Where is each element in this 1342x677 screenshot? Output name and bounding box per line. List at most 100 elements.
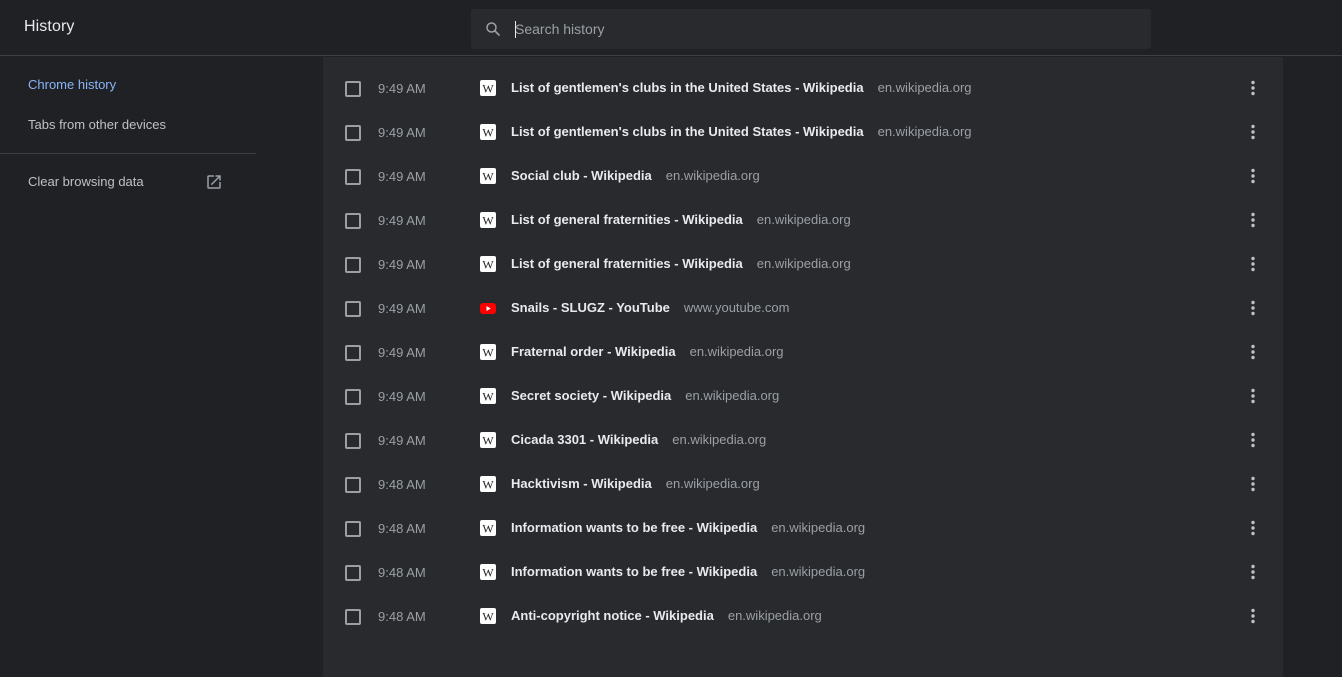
entry-title-link[interactable]: Secret society - Wikipedia	[511, 388, 671, 403]
wikipedia-icon: W	[480, 388, 496, 404]
entry-title-wrap: Information wants to be free - Wikipedia…	[511, 564, 865, 579]
entry-domain: en.wikipedia.org	[665, 476, 760, 491]
more-actions-icon[interactable]	[1243, 210, 1263, 230]
entry-checkbox[interactable]	[345, 125, 361, 141]
entry-title-wrap: Hacktivism - Wikipedia en.wikipedia.org	[511, 476, 760, 491]
entry-checkbox[interactable]	[345, 81, 361, 97]
entry-time: 9:48 AM	[378, 565, 426, 580]
entry-title-link[interactable]: Social club - Wikipedia	[511, 168, 652, 183]
entry-domain: en.wikipedia.org	[877, 80, 972, 95]
entry-domain: en.wikipedia.org	[685, 388, 780, 403]
search-icon[interactable]	[484, 20, 502, 38]
entry-checkbox[interactable]	[345, 169, 361, 185]
entry-domain: en.wikipedia.org	[756, 212, 851, 227]
youtube-icon	[480, 300, 496, 316]
wikipedia-icon: W	[480, 564, 496, 580]
wikipedia-icon: W	[480, 256, 496, 272]
history-entry[interactable]: 9:49 AM W List of general fraternities - W…	[323, 198, 1283, 242]
entry-title-link[interactable]: List of gentlemen's clubs in the United …	[511, 80, 864, 95]
sidebar-item-tabs-other-devices[interactable]: Tabs from other devices	[28, 117, 166, 132]
history-entry[interactable]: 9:49 AM W Secret society - Wikipedia en.wik…	[323, 374, 1283, 418]
more-actions-icon[interactable]	[1243, 474, 1263, 494]
search-input[interactable]	[515, 9, 1135, 49]
history-entry[interactable]: 9:49 AM W Social club - Wikipedia en.wikipe…	[323, 154, 1283, 198]
entry-time: 9:49 AM	[378, 389, 426, 404]
history-entry[interactable]: 9:49 AM W List of gentlemen's clubs in the…	[323, 110, 1283, 154]
search-box[interactable]	[471, 9, 1151, 49]
more-actions-icon[interactable]	[1243, 166, 1263, 186]
entry-title-link[interactable]: Anti-copyright notice - Wikipedia	[511, 608, 714, 623]
wikipedia-icon: W	[480, 520, 496, 536]
clear-browsing-data-link[interactable]: Clear browsing data	[28, 174, 144, 189]
entry-checkbox[interactable]	[345, 257, 361, 273]
entry-title-wrap: Fraternal order - Wikipedia en.wikipedia.…	[511, 344, 784, 359]
entry-time: 9:49 AM	[378, 301, 426, 316]
entry-title-link[interactable]: List of general fraternities - Wikipedia	[511, 256, 743, 271]
entry-title-link[interactable]: Information wants to be free - Wikipedia	[511, 520, 757, 535]
history-entry[interactable]: 9:49 AM W List of general fraternities - W…	[323, 242, 1283, 286]
svg-text:W: W	[482, 126, 494, 140]
more-actions-icon[interactable]	[1243, 122, 1263, 142]
more-actions-icon[interactable]	[1243, 254, 1263, 274]
svg-text:W: W	[482, 170, 494, 184]
history-entry[interactable]: 9:48 AM W Hacktivism - Wikipedia en.wikiped…	[323, 462, 1283, 506]
history-entry[interactable]: 9:48 AM W Information wants to be free - W…	[323, 506, 1283, 550]
history-entry[interactable]: 9:48 AM W Anti-copyright notice - Wikipedi…	[323, 594, 1283, 638]
history-entry[interactable]: 9:49 AM W Fraternal order - Wikipedia en.wi…	[323, 330, 1283, 374]
entry-checkbox[interactable]	[345, 389, 361, 405]
entry-time: 9:48 AM	[378, 477, 426, 492]
entry-title-wrap: Cicada 3301 - Wikipedia en.wikipedia.org	[511, 432, 766, 447]
entry-checkbox[interactable]	[345, 477, 361, 493]
history-entry[interactable]: 9:49 AM W List of gentlemen's clubs in the…	[323, 66, 1283, 110]
entry-title-wrap: Information wants to be free - Wikipedia…	[511, 520, 865, 535]
svg-text:W: W	[482, 390, 494, 404]
entry-checkbox[interactable]	[345, 433, 361, 449]
more-actions-icon[interactable]	[1243, 562, 1263, 582]
wikipedia-icon: W	[480, 476, 496, 492]
entry-domain: en.wikipedia.org	[665, 168, 760, 183]
more-actions-icon[interactable]	[1243, 342, 1263, 362]
history-entry[interactable]: 9:49 AM Snails - SLUGZ - YouTube www.youtu…	[323, 286, 1283, 330]
entry-checkbox[interactable]	[345, 345, 361, 361]
entry-domain: en.wikipedia.org	[771, 520, 866, 535]
entry-title-wrap: Snails - SLUGZ - YouTube www.youtube.com	[511, 300, 789, 315]
entry-checkbox[interactable]	[345, 609, 361, 625]
entry-title-link[interactable]: Cicada 3301 - Wikipedia	[511, 432, 658, 447]
more-actions-icon[interactable]	[1243, 298, 1263, 318]
svg-text:W: W	[482, 610, 494, 624]
page-title: History	[24, 18, 75, 35]
entry-domain: en.wikipedia.org	[756, 256, 851, 271]
entry-title-link[interactable]: List of gentlemen's clubs in the United …	[511, 124, 864, 139]
entry-title-link[interactable]: Information wants to be free - Wikipedia	[511, 564, 757, 579]
more-actions-icon[interactable]	[1243, 430, 1263, 450]
entry-checkbox[interactable]	[345, 213, 361, 229]
toolbar: History	[0, 0, 1342, 56]
entry-title-link[interactable]: Snails - SLUGZ - YouTube	[511, 300, 670, 315]
sidebar-item-chrome-history[interactable]: Chrome history	[28, 77, 116, 92]
svg-text:W: W	[482, 566, 494, 580]
more-actions-icon[interactable]	[1243, 78, 1263, 98]
wikipedia-icon: W	[480, 432, 496, 448]
entry-title-wrap: List of general fraternities - Wikipedia…	[511, 212, 851, 227]
entry-domain: en.wikipedia.org	[672, 432, 767, 447]
entry-title-link[interactable]: List of general fraternities - Wikipedia	[511, 212, 743, 227]
entry-checkbox[interactable]	[345, 521, 361, 537]
open-in-new-icon[interactable]	[205, 173, 223, 191]
svg-text:W: W	[482, 478, 494, 492]
entry-time: 9:49 AM	[378, 81, 426, 96]
entry-time: 9:48 AM	[378, 609, 426, 624]
more-actions-icon[interactable]	[1243, 606, 1263, 626]
entry-title-wrap: Anti-copyright notice - Wikipedia en.wiki…	[511, 608, 822, 623]
more-actions-icon[interactable]	[1243, 386, 1263, 406]
entry-checkbox[interactable]	[345, 565, 361, 581]
history-entry[interactable]: 9:48 AM W Information wants to be free - W…	[323, 550, 1283, 594]
svg-text:W: W	[482, 82, 494, 96]
entry-title-link[interactable]: Hacktivism - Wikipedia	[511, 476, 652, 491]
history-entry[interactable]: 9:49 AM W Cicada 3301 - Wikipedia en.wikipe…	[323, 418, 1283, 462]
entry-checkbox[interactable]	[345, 301, 361, 317]
entry-title-link[interactable]: Fraternal order - Wikipedia	[511, 344, 676, 359]
wikipedia-icon: W	[480, 124, 496, 140]
entry-time: 9:48 AM	[378, 521, 426, 536]
svg-text:W: W	[482, 522, 494, 536]
more-actions-icon[interactable]	[1243, 518, 1263, 538]
